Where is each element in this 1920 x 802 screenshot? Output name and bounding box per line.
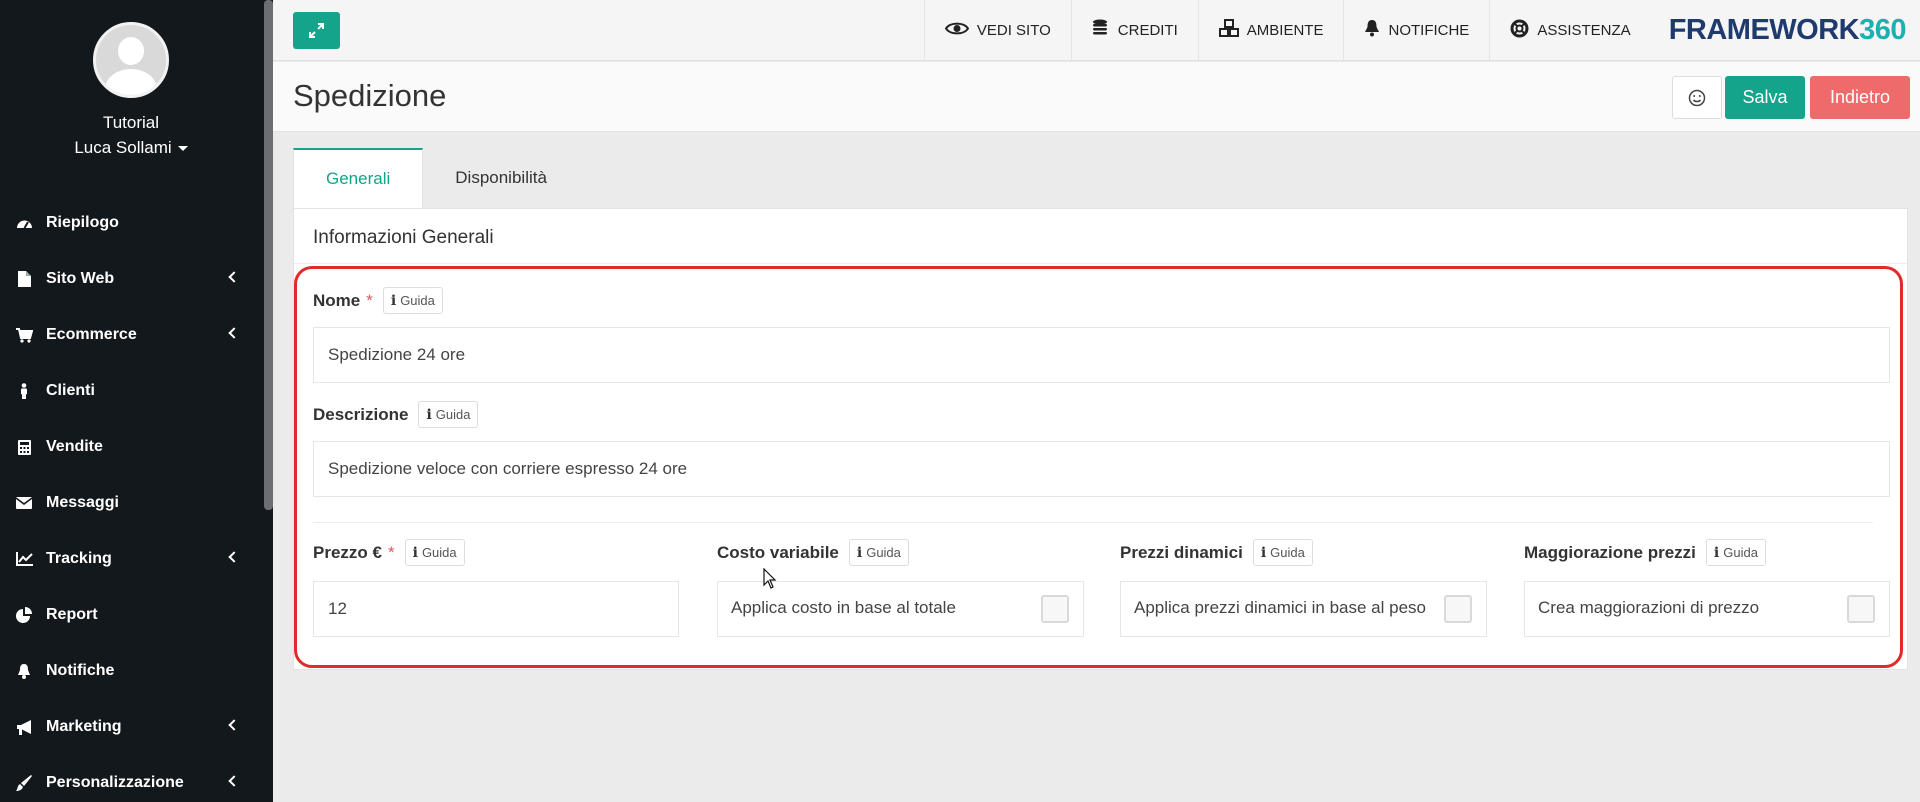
divider [294,263,1907,264]
tabs: Generali Disponibilità [293,148,579,208]
sidebar-item-label: Marketing [46,718,122,735]
sidebar-item-label: Sito Web [46,270,115,287]
sidebar-item-label: Ecommerce [46,326,137,343]
view-site-link[interactable]: VEDI SITO [923,0,1071,61]
chart-line-icon [15,551,33,567]
sidebar-item-label: Notifiche [46,662,115,679]
bell-icon [15,663,33,679]
sidebar: Tutorial Luca Sollami Riepilogo Sito Web… [0,0,273,802]
sidebar-item-label: Riepilogo [46,214,119,231]
calculator-icon [15,439,33,455]
user-menu[interactable]: Luca Sollami [0,138,262,158]
eye-icon [944,20,970,41]
file-icon [15,271,33,287]
brand-number: 360 [1859,14,1906,46]
tab-generali[interactable]: Generali [293,148,424,208]
support-label: ASSISTENZA [1537,22,1631,39]
sidebar-item-ecommerce[interactable]: Ecommerce [0,307,262,363]
credits-label: CREDITI [1117,22,1178,39]
dashboard-icon [15,215,33,231]
support-link[interactable]: ASSISTENZA [1489,0,1650,61]
sidebar-item-label: Messaggi [46,494,119,511]
chevron-left-icon [228,551,240,563]
brand-logo[interactable]: FRAMEWORK360 [1651,14,1920,47]
sidebar-item-personalizzazione[interactable]: Personalizzazione [0,755,262,802]
megaphone-icon [15,719,33,735]
person-icon [15,383,33,399]
caret-down-icon [177,146,188,152]
environment-link[interactable]: AMBIENTE [1197,0,1344,61]
sidebar-item-label: Vendite [46,438,103,455]
sidebar-item-tracking[interactable]: Tracking [0,531,262,587]
sidebar-item-vendite[interactable]: Vendite [0,419,262,475]
sidebar-item-notifiche[interactable]: Notifiche [0,643,262,699]
view-site-label: VEDI SITO [976,22,1051,39]
chevron-left-icon [228,327,240,339]
sidebar-item-label: Personalizzazione [46,774,184,791]
mouse-cursor-icon [763,568,777,589]
emoji-button[interactable] [1672,76,1722,119]
pie-chart-icon [15,607,33,623]
notifications-label: NOTIFICHE [1388,22,1470,39]
general-info-card: Informazioni Generali Nome * i Guida Sped… [293,208,1908,670]
page-title: Spedizione [293,78,447,113]
user-name: Luca Sollami [74,138,172,157]
sidebar-item-label: Clienti [46,382,95,399]
highlight-frame [294,266,1903,668]
cubes-icon [1218,19,1239,42]
chevron-left-icon [228,775,240,787]
topbar: VEDI SITO CREDITI AMBIENTE NOTIFICHE ASS… [273,0,1920,61]
expand-button[interactable] [293,12,340,49]
sidebar-item-riepilogo[interactable]: Riepilogo [0,195,262,251]
tab-disponibilita[interactable]: Disponibilità [423,148,579,208]
envelope-icon [15,495,33,511]
user-org: Tutorial [102,113,160,132]
back-button[interactable]: Indietro [1810,76,1910,119]
sidebar-item-marketing[interactable]: Marketing [0,699,262,755]
sidebar-item-label: Tracking [46,550,112,567]
sidebar-item-label: Report [46,606,98,623]
sidebar-item-clienti[interactable]: Clienti [0,363,262,419]
chevron-left-icon [228,719,240,731]
bell-icon [1364,19,1380,42]
page-header: Spedizione Salva Indietro [273,62,1920,132]
coins-icon [1092,19,1110,42]
section-title: Informazioni Generali [313,227,494,248]
sidebar-item-messaggi[interactable]: Messaggi [0,475,262,531]
credits-link[interactable]: CREDITI [1070,0,1198,61]
sidebar-scrollbar[interactable] [264,0,273,510]
expand-icon [309,23,324,38]
sidebar-item-sito-web[interactable]: Sito Web [0,251,262,307]
notifications-link[interactable]: NOTIFICHE [1343,0,1489,61]
environment-label: AMBIENTE [1246,22,1324,39]
brand-text: FRAMEWORK [1668,14,1860,46]
brush-icon [15,775,33,791]
sidebar-nav: Riepilogo Sito Web Ecommerce Clienti Ven… [0,195,262,802]
lifering-icon [1510,19,1529,43]
smile-icon [1688,89,1706,106]
avatar[interactable] [93,22,169,98]
sidebar-item-report[interactable]: Report [0,587,262,643]
save-button[interactable]: Salva [1725,76,1805,119]
cart-icon [15,327,33,343]
chevron-left-icon [228,271,240,283]
